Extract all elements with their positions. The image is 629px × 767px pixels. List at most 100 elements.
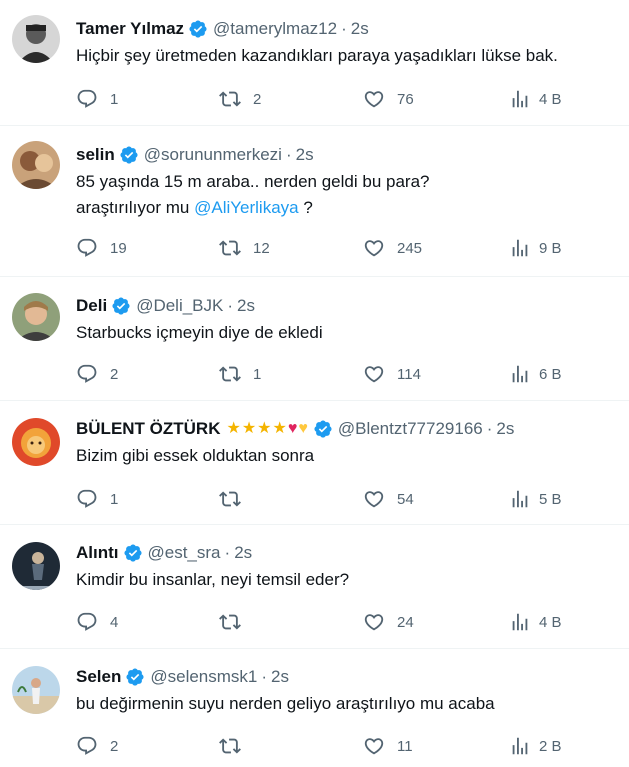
tweet[interactable]: Alıntı @est_sra · 2s Kimdir bu insanlar,… (0, 525, 629, 649)
timestamp[interactable]: 2s (296, 144, 314, 166)
like-button[interactable]: 11 (363, 734, 413, 758)
views-button[interactable]: 5 B (509, 487, 562, 511)
star-emoji-icon: ★ (241, 420, 258, 437)
tweet-text-line: Bizim gibi essek olduktan sonra (76, 446, 315, 465)
retweet-icon (219, 491, 241, 507)
reply-icon (77, 612, 97, 631)
analytics-icon (512, 737, 528, 755)
reply-count: 2 (110, 737, 119, 755)
timestamp[interactable]: 2s (496, 418, 514, 440)
separator-dot: · (227, 296, 234, 315)
reply-icon (77, 89, 97, 108)
display-name[interactable]: Deli (76, 295, 107, 317)
tweet-header: Alıntı @est_sra · 2s (76, 542, 621, 564)
mention-link[interactable]: @AliYerlikaya (194, 198, 299, 217)
retweet-button[interactable]: 2 (219, 87, 261, 111)
tweet[interactable]: BÜLENT ÖZTÜRK ★★★★♥♥ @Blentzt77729166 · … (0, 401, 629, 525)
heart-icon (364, 366, 384, 383)
retweet-button[interactable] (219, 610, 253, 634)
retweet-button[interactable] (219, 734, 253, 758)
retweet-button[interactable]: 12 (219, 236, 270, 260)
views-button[interactable]: 9 B (509, 236, 562, 260)
like-count: 114 (397, 365, 421, 383)
reply-button[interactable]: 2 (76, 734, 118, 758)
tweet[interactable]: selin @sorununmerkezi · 2s 85 yaşında 15… (0, 126, 629, 277)
tweet-text: Hiçbir şey üretmeden kazandıkları paraya… (76, 43, 621, 69)
handle[interactable]: @tamerylmaz12 (213, 18, 337, 40)
tweet[interactable]: Tamer Yılmaz @tamerylmaz12 · 2s Hiçbir ş… (0, 0, 629, 126)
tweet-header: Deli @Deli_BJK · 2s (76, 295, 621, 317)
tweet[interactable]: Selen @selensmsk1 · 2s bu değirmenin suy… (0, 649, 629, 767)
verified-badge-icon (314, 420, 332, 438)
avatar[interactable] (12, 542, 60, 590)
tweet[interactable]: Deli @Deli_BJK · 2s Starbucks içmeyin di… (0, 277, 629, 401)
reply-icon (77, 364, 97, 383)
tweet-text-line: 85 yaşında 15 m araba.. nerden geldi bu … (76, 172, 430, 191)
yellow-heart-emoji-icon: ♥ (298, 420, 309, 437)
views-button[interactable]: 6 B (509, 362, 562, 386)
tweet-actions: 2 1 114 6 B (76, 362, 576, 386)
reply-count: 19 (110, 239, 127, 257)
handle[interactable]: @Deli_BJK (136, 295, 223, 317)
display-name[interactable]: selin (76, 144, 115, 166)
handle[interactable]: @Blentzt77729166 (338, 418, 483, 440)
tweet-text-line: araştırılıyor mu @AliYerlikaya ? (76, 195, 621, 221)
separator-dot: · (341, 19, 347, 38)
retweet-icon (219, 738, 241, 754)
timestamp[interactable]: 2s (271, 666, 289, 688)
separator-dot: · (261, 667, 268, 686)
views-button[interactable]: 4 B (509, 87, 562, 111)
display-name[interactable]: BÜLENT ÖZTÜRK (76, 418, 220, 440)
reply-button[interactable]: 1 (76, 87, 118, 111)
timestamp[interactable]: 2s (237, 295, 255, 317)
display-name[interactable]: Tamer Yılmaz (76, 18, 184, 40)
heart-icon (364, 240, 384, 257)
like-count: 24 (397, 613, 414, 631)
like-button[interactable]: 114 (363, 362, 421, 386)
reply-button[interactable]: 19 (76, 236, 127, 260)
views-button[interactable]: 2 B (509, 734, 562, 758)
display-name[interactable]: Alıntı (76, 542, 119, 564)
like-button[interactable]: 245 (363, 236, 422, 260)
display-name[interactable]: Selen (76, 666, 121, 688)
retweet-icon (219, 240, 241, 256)
analytics-icon (512, 365, 528, 383)
views-count: 6 B (539, 365, 562, 383)
retweet-count: 12 (253, 239, 270, 257)
handle[interactable]: @sorununmerkezi (144, 144, 282, 166)
like-button[interactable]: 24 (363, 610, 414, 634)
reply-button[interactable]: 1 (76, 487, 118, 511)
retweet-button[interactable]: 1 (219, 362, 261, 386)
retweet-button[interactable] (219, 487, 253, 511)
avatar[interactable] (12, 141, 60, 189)
retweet-count: 1 (253, 365, 262, 383)
handle[interactable]: @selensmsk1 (150, 666, 257, 688)
like-button[interactable]: 54 (363, 487, 414, 511)
handle[interactable]: @est_sra (148, 542, 221, 564)
like-button[interactable]: 76 (363, 87, 414, 111)
views-count: 2 B (539, 737, 562, 755)
timestamp[interactable]: 2s (234, 542, 252, 564)
avatar[interactable] (12, 15, 60, 63)
separator-dot: · (486, 419, 493, 438)
tweet-text-line: Starbucks içmeyin diye de ekledi (76, 323, 323, 342)
avatar[interactable] (12, 418, 60, 466)
like-count: 76 (397, 90, 414, 108)
tweet-actions: 1 2 76 4 B (76, 87, 576, 111)
avatar[interactable] (12, 293, 60, 341)
views-button[interactable]: 4 B (509, 610, 562, 634)
reply-button[interactable]: 2 (76, 362, 118, 386)
heart-icon (364, 614, 384, 631)
avatar[interactable] (12, 666, 60, 714)
retweet-count: 2 (253, 90, 262, 108)
analytics-icon (512, 90, 528, 108)
retweet-icon (219, 614, 241, 630)
analytics-icon (512, 613, 528, 631)
reply-count: 1 (110, 90, 119, 108)
timestamp[interactable]: 2s (351, 18, 369, 40)
reply-button[interactable]: 4 (76, 610, 118, 634)
heart-icon (364, 738, 384, 755)
reply-icon (77, 736, 97, 755)
tweet-text-line: bu değirmenin suyu nerden geliyo araştır… (76, 694, 495, 713)
views-count: 5 B (539, 490, 562, 508)
